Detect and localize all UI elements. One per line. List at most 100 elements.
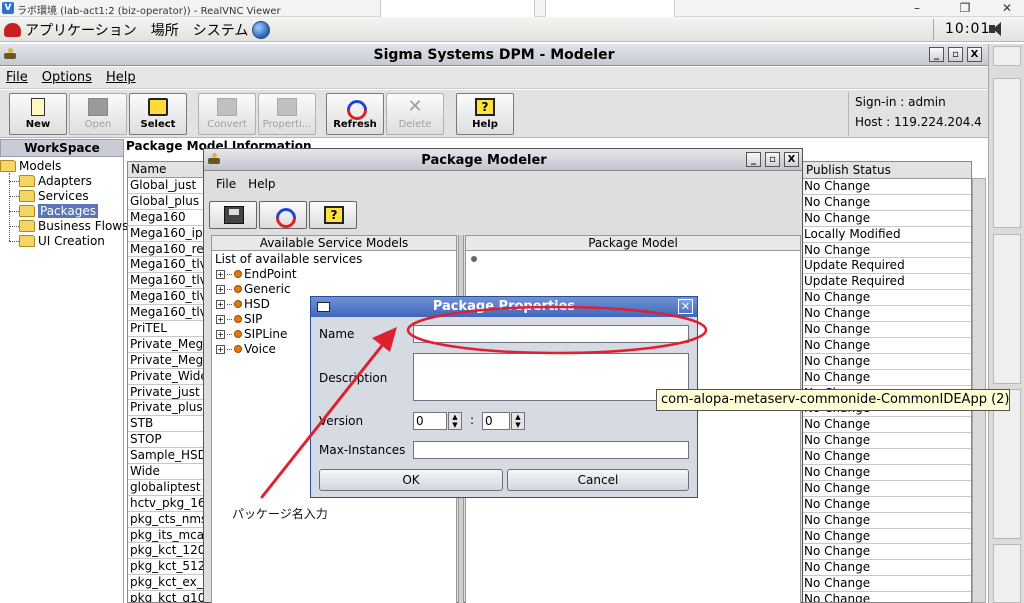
package-modeler-close-button[interactable]: X	[784, 152, 799, 167]
ok-button[interactable]: OK	[319, 469, 503, 491]
table-row-name[interactable]: hctv_pkg_16	[128, 496, 206, 512]
service-node[interactable]: + SIPLine	[216, 327, 287, 341]
table-row-name[interactable]: Wide	[128, 464, 206, 480]
table-row-status[interactable]: No Change	[803, 417, 971, 434]
table-row-name[interactable]: Private_Mega	[128, 337, 206, 353]
delete-button[interactable]: ✕ Delete	[386, 93, 444, 135]
panel-clock[interactable]: 10:01	[945, 21, 990, 37]
menu-options[interactable]: Options	[42, 70, 92, 85]
table-row-name[interactable]: Mega160_tlv	[128, 305, 206, 322]
table-row-status[interactable]: No Change	[803, 195, 971, 211]
table-row-name[interactable]: pkg_kct_120	[128, 543, 206, 560]
publish-status-column-header[interactable]: Publish Status	[803, 162, 971, 179]
table-row-status[interactable]: No Change	[803, 179, 971, 195]
version-minor-arrows-icon[interactable]: ▲ ▼	[511, 412, 525, 430]
cancel-button[interactable]: Cancel	[507, 469, 689, 491]
table-row-status[interactable]: No Change	[803, 370, 971, 386]
version-major-arrows-icon[interactable]: ▲ ▼	[448, 412, 462, 430]
table-row-name[interactable]: Global_plus	[128, 194, 206, 210]
service-node[interactable]: + EndPoint	[216, 267, 297, 281]
package-name-input[interactable]	[413, 325, 689, 343]
package-modeler-minimize-button[interactable]: _	[746, 152, 761, 167]
menu-help[interactable]: Help	[106, 70, 136, 85]
table-row-name[interactable]: Private_Mega	[128, 353, 206, 369]
table-row-status[interactable]: No Change	[803, 306, 971, 323]
pm-menu-help[interactable]: Help	[248, 177, 275, 195]
table-row-status[interactable]: No Change	[803, 322, 971, 338]
table-row-status[interactable]: No Change	[803, 576, 971, 593]
table-row-name[interactable]: Mega160_ip	[128, 226, 206, 242]
table-row-status[interactable]: No Change	[803, 243, 971, 259]
name-column-header[interactable]: Name	[128, 162, 206, 178]
version-minor-field[interactable]: 0	[482, 412, 510, 430]
select-button[interactable]: Select	[129, 93, 187, 135]
table-row-status[interactable]: No Change	[803, 529, 971, 545]
expand-plus-icon[interactable]: +	[216, 299, 225, 309]
service-node[interactable]: + SIP	[216, 312, 262, 326]
max-instances-input[interactable]	[413, 441, 689, 459]
table-row-status[interactable]: No Change	[803, 560, 971, 577]
volume-icon[interactable]	[988, 21, 1004, 37]
table-row-status[interactable]: No Change	[803, 354, 971, 370]
table-row-name[interactable]: Global_just	[128, 178, 206, 194]
service-node[interactable]: + Generic	[216, 282, 291, 296]
table-row-name[interactable]: pkg_its_mca	[128, 528, 206, 544]
table-row-name[interactable]: Mega160_tlv	[128, 257, 206, 274]
service-node[interactable]: + HSD	[216, 297, 270, 311]
table-row-status[interactable]: No Change	[803, 465, 971, 481]
expand-plus-icon[interactable]: +	[216, 329, 225, 339]
table-row-status[interactable]: No Change	[803, 497, 971, 513]
table-row-name[interactable]: pkg_kct_g10	[128, 591, 206, 602]
description-textarea[interactable]	[413, 353, 689, 401]
expand-plus-icon[interactable]: +	[216, 269, 225, 279]
table-row-name[interactable]: Sample_HSD	[128, 448, 206, 465]
table-row-name[interactable]: Mega160_tlv	[128, 273, 206, 290]
new-button[interactable]: New	[9, 93, 67, 135]
convert-button[interactable]: Convert	[198, 93, 256, 135]
table-row-name[interactable]: Mega160	[128, 210, 206, 226]
expand-plus-icon[interactable]: +	[216, 344, 225, 354]
table-row-name[interactable]: STOP	[128, 432, 206, 449]
expand-plus-icon[interactable]: +	[216, 284, 225, 294]
side-panel-trash[interactable]	[993, 544, 1021, 603]
system-menu[interactable]: システム	[193, 20, 271, 40]
applications-menu[interactable]: アプリケーション	[4, 20, 137, 40]
vnc-restore-button[interactable]: ❐	[948, 0, 982, 17]
version-major-field[interactable]: 0	[413, 412, 447, 430]
places-menu[interactable]: 場所	[151, 20, 179, 40]
package-model-root-node[interactable]	[471, 256, 477, 262]
table-row-status[interactable]: No Change	[803, 449, 971, 466]
tree-node-business-flows[interactable]: Business Flows	[19, 218, 128, 233]
side-panel-window-list[interactable]	[993, 234, 1021, 384]
table-row-name[interactable]: STB	[128, 416, 206, 433]
table-row-name[interactable]: Private_plus	[128, 400, 206, 417]
table-row-name[interactable]: pkg_cts_nms	[128, 512, 206, 528]
table-row-status[interactable]: No Change	[803, 433, 971, 450]
table-row-status[interactable]: No Change	[803, 592, 971, 602]
open-button[interactable]: Open	[69, 93, 127, 135]
refresh-button[interactable]: Refresh	[326, 93, 384, 135]
available-services-root[interactable]: List of available services	[215, 252, 362, 266]
table-row-name[interactable]: Mega160_re	[128, 242, 206, 258]
service-node[interactable]: + Voice	[216, 342, 276, 356]
menu-file[interactable]: File	[6, 70, 28, 85]
table-row-name[interactable]: pkg_kct_512	[128, 559, 206, 576]
pm-refresh-button[interactable]	[259, 201, 307, 229]
side-panel-launcher-icon[interactable]	[993, 46, 1021, 66]
tree-node-models[interactable]: Models	[0, 158, 61, 173]
table-row-status[interactable]: No Change	[803, 211, 971, 227]
table-row-name[interactable]: Mega160_tlv	[128, 289, 206, 306]
tree-node-adapters[interactable]: Adapters	[19, 173, 92, 188]
table-row-name[interactable]: PriTEL	[128, 321, 206, 337]
table-row-name[interactable]: Private_just	[128, 385, 206, 401]
table-row-name[interactable]: globaliptest	[128, 480, 206, 496]
modeler-close-button[interactable]: X	[967, 47, 982, 62]
table-row-name[interactable]: Private_Wide	[128, 369, 206, 385]
table-row-status[interactable]: No Change	[803, 513, 971, 529]
tree-node-ui-creation[interactable]: UI Creation	[19, 233, 105, 248]
vnc-close-button[interactable]: ✕	[990, 0, 1024, 17]
vnc-minimize-button[interactable]: –	[900, 0, 934, 17]
table-row-name[interactable]: pkg_kct_ex_	[128, 575, 206, 592]
table-row-status[interactable]: No Change	[803, 481, 971, 497]
expand-plus-icon[interactable]: +	[216, 314, 225, 324]
